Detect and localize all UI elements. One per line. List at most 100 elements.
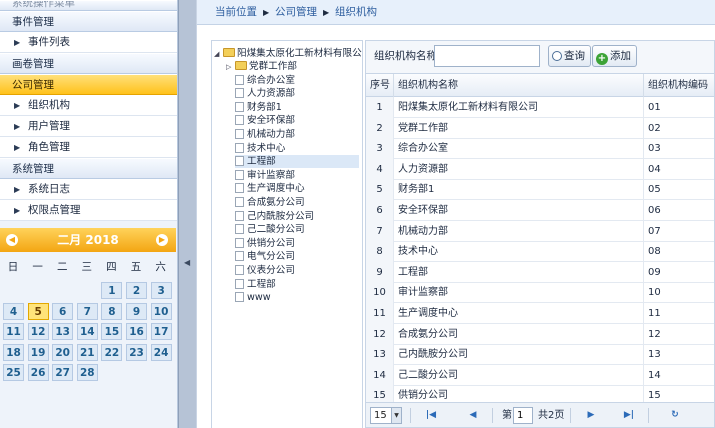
calendar-day[interactable]: 12 [27, 323, 49, 340]
calendar-day[interactable]: 2 [126, 282, 147, 299]
menu-item-org[interactable]: ▶ 组织机构 [0, 95, 177, 116]
breadcrumb-item[interactable]: 组织机构 [335, 0, 377, 25]
calendar-day[interactable]: 16 [126, 323, 147, 340]
tree-node[interactable]: 生产调度中心 [235, 182, 359, 195]
next-month-icon[interactable]: ▶ [156, 234, 168, 246]
calendar-day[interactable]: 3 [150, 282, 172, 299]
menu-group-scroll[interactable]: 画卷管理 [0, 53, 177, 74]
table-row[interactable]: 4 人力资源部 04 [366, 158, 714, 180]
table-row[interactable]: 13 己内酰胺分公司 13 [366, 344, 714, 366]
calendar-day[interactable]: 28 [76, 364, 98, 381]
table-row[interactable]: 3 综合办公室 03 [366, 138, 714, 160]
calendar-day[interactable]: 13 [52, 323, 74, 340]
calendar-day[interactable]: 27 [52, 364, 74, 381]
table-row[interactable]: 12 合成氨分公司 12 [366, 323, 714, 345]
cell-index: 2 [366, 117, 394, 139]
page-prefix: 第 [502, 410, 512, 421]
cell-index: 1 [366, 97, 394, 118]
menu-group-company[interactable]: 公司管理 [0, 74, 177, 95]
calendar-day[interactable]: 7 [76, 302, 98, 320]
breadcrumb-item[interactable]: 公司管理 [275, 0, 317, 25]
menu-group-system[interactable]: 系统管理 [0, 158, 177, 179]
file-icon [235, 74, 244, 85]
calendar-day[interactable]: 20 [52, 343, 74, 361]
tree-node[interactable]: 机械动力部 [235, 128, 359, 141]
tree-node[interactable]: 人力资源部 [235, 87, 359, 100]
calendar-day[interactable]: 6 [52, 302, 74, 320]
table-row[interactable]: 9 工程部 09 [366, 261, 714, 283]
tree-node[interactable]: 综合办公室 [235, 74, 359, 87]
column-header-code[interactable]: 组织机构编码 [644, 74, 714, 97]
calendar-day[interactable]: 14 [76, 323, 98, 340]
tree-node-label: www [247, 292, 271, 304]
page-size-select[interactable]: 15 ▼ [370, 407, 402, 424]
menu-item-syslog[interactable]: ▶ 系统日志 [0, 179, 177, 200]
calendar-day[interactable]: 8 [101, 302, 123, 320]
tree-node[interactable]: 审计监察部 [235, 169, 359, 182]
calendar-day[interactable]: 18 [3, 343, 24, 361]
refresh-icon[interactable]: ↻ [668, 407, 682, 423]
tree-node[interactable]: 仪表分公司 [235, 264, 359, 277]
table-row[interactable]: 7 机械动力部 07 [366, 220, 714, 242]
table-row[interactable]: 5 财务部1 05 [366, 179, 714, 201]
add-button[interactable]: + 添加 [592, 45, 637, 67]
tree-node[interactable]: 电气分公司 [235, 250, 359, 263]
table-row[interactable]: 14 己二酸分公司 14 [366, 364, 714, 386]
table-row[interactable]: 8 技术中心 08 [366, 241, 714, 263]
chevron-down-icon[interactable]: ▼ [391, 408, 401, 423]
calendar-day[interactable]: 23 [126, 343, 147, 361]
calendar-day[interactable]: 11 [3, 323, 24, 340]
tree-node[interactable]: 工程部 [235, 278, 359, 291]
menu-item-permissions[interactable]: ▶ 权限点管理 [0, 200, 177, 221]
tree-node[interactable]: 技术中心 [235, 142, 359, 155]
tree-node[interactable]: 己二酸分公司 [235, 223, 359, 236]
calendar-day[interactable]: 9 [126, 302, 147, 320]
calendar-day[interactable]: 21 [76, 343, 98, 361]
calendar-day[interactable]: 4 [3, 302, 24, 320]
sidebar-splitter[interactable]: ◀ [178, 0, 197, 428]
page-number-input[interactable] [513, 407, 533, 424]
tree-node[interactable]: 供销分公司 [235, 237, 359, 250]
tree-expanded-icon[interactable]: ◢ [214, 48, 223, 61]
menu-item-event-list[interactable]: ▶ 事件列表 [0, 32, 177, 53]
menu-item-roles[interactable]: ▶ 角色管理 [0, 137, 177, 158]
first-page-icon[interactable]: |◀ [424, 407, 438, 423]
calendar-day[interactable]: 24 [150, 343, 172, 361]
tree-node[interactable]: 合成氨分公司 [235, 196, 359, 209]
calendar-day[interactable]: 22 [101, 343, 123, 361]
calendar-day[interactable]: 26 [27, 364, 49, 381]
prev-page-icon[interactable]: ◀ [466, 407, 480, 423]
tree-node[interactable]: ▷ 党群工作部 [226, 60, 350, 73]
pager-divider [410, 408, 411, 423]
tree-node[interactable]: 财务部1 [235, 101, 359, 114]
tree-node[interactable]: www [235, 291, 359, 304]
tree-node[interactable]: 工程部 [235, 155, 359, 169]
calendar-day[interactable]: 25 [3, 364, 24, 381]
table-row[interactable]: 10 审计监察部 10 [366, 282, 714, 304]
menu-group-event[interactable]: 事件管理 [0, 11, 177, 32]
calendar-day[interactable]: 10 [150, 302, 172, 320]
table-row[interactable]: 15 供销分公司 15 [366, 385, 714, 402]
tree-node[interactable]: 己内酰胺分公司 [235, 210, 359, 223]
chevron-right-icon: ▶ [14, 143, 21, 152]
tree-collapsed-icon[interactable]: ▷ [226, 61, 235, 74]
table-row[interactable]: 2 党群工作部 02 [366, 117, 714, 139]
calendar-day[interactable]: 15 [101, 323, 123, 340]
calendar-day[interactable]: 17 [150, 323, 172, 340]
calendar-day[interactable]: 1 [101, 282, 123, 299]
calendar-weekday: 四 [106, 261, 117, 273]
tree-root[interactable]: ◢ 阳煤集太原化工新材料有限公司 [214, 47, 362, 61]
last-page-icon[interactable]: ▶| [622, 407, 636, 423]
column-header-name[interactable]: 组织机构名称 [394, 74, 644, 97]
collapse-arrow-icon[interactable]: ◀ [184, 258, 190, 267]
calendar-day-today[interactable]: 5 [27, 302, 49, 320]
tree-node[interactable]: 安全环保部 [235, 114, 359, 127]
query-button[interactable]: 查询 [548, 45, 591, 67]
table-row[interactable]: 6 安全环保部 06 [366, 200, 714, 221]
table-row[interactable]: 1 阳煤集太原化工新材料有限公司 01 [366, 97, 714, 118]
menu-item-users[interactable]: ▶ 用户管理 [0, 116, 177, 137]
next-page-icon[interactable]: ▶ [584, 407, 598, 423]
table-row[interactable]: 11 生产调度中心 11 [366, 303, 714, 324]
calendar-day[interactable]: 19 [27, 343, 49, 361]
org-name-input[interactable] [434, 45, 540, 67]
